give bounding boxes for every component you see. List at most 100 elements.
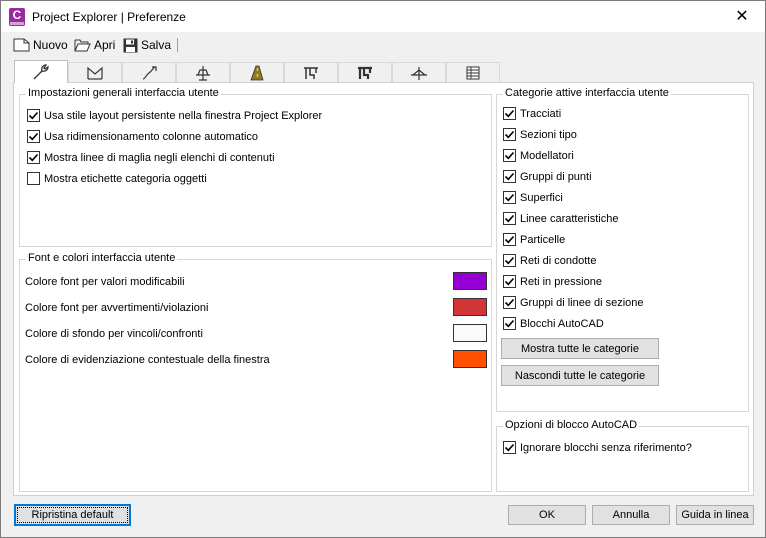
category-item[interactable]: Modellatori <box>503 149 574 162</box>
active-categories-title: Categorie attive interfaccia utente <box>503 87 671 99</box>
color-row-constraints: Colore di sfondo per vincoli/confronti <box>25 324 487 342</box>
tab-tables[interactable] <box>446 62 500 82</box>
category-label: Modellatori <box>520 149 574 162</box>
category-label: Superfici <box>520 191 563 204</box>
option-label: Mostra etichette categoria oggetti <box>44 172 207 185</box>
category-label: Linee caratteristiche <box>520 212 619 225</box>
category-item[interactable]: Tracciati <box>503 107 561 120</box>
pressure-network-icon <box>358 66 372 79</box>
close-icon: ✕ <box>735 8 749 25</box>
option-grid-lines[interactable]: Mostra linee di maglia negli elenchi di … <box>27 151 275 164</box>
checkbox[interactable] <box>503 128 516 141</box>
category-label: Particelle <box>520 233 566 246</box>
assembly-icon <box>196 65 210 81</box>
tab-general[interactable] <box>14 60 68 83</box>
ok-button[interactable]: OK <box>508 505 586 525</box>
color-label: Colore di evidenziazione contestuale del… <box>25 354 270 366</box>
color-swatch[interactable] <box>453 298 487 316</box>
open-folder-icon <box>74 39 91 52</box>
tab-assemblies[interactable] <box>176 62 230 82</box>
color-swatch[interactable] <box>453 272 487 290</box>
cancel-button[interactable]: Annulla <box>592 505 670 525</box>
category-label: Sezioni tipo <box>520 128 577 141</box>
checkbox[interactable] <box>503 296 516 309</box>
tab-pressure-networks[interactable] <box>338 62 392 82</box>
new-button-label: Nuovo <box>33 38 68 52</box>
show-all-categories-button[interactable]: Mostra tutte le categorie <box>501 338 659 359</box>
checkmark-icon <box>28 153 39 162</box>
toolbar-separator <box>177 38 178 52</box>
window-title: Project Explorer | Preferenze <box>32 10 186 24</box>
checkbox[interactable] <box>27 172 40 185</box>
checkbox[interactable] <box>27 130 40 143</box>
option-label: Mostra linee di maglia negli elenchi di … <box>44 151 275 164</box>
checkmark-icon <box>504 443 515 452</box>
category-item[interactable]: Reti di condotte <box>503 254 596 267</box>
general-settings-title: Impostazioni generali interfaccia utente <box>26 87 221 99</box>
title-bar: C Project Explorer | Preferenze ✕ <box>1 1 765 32</box>
checkmark-icon <box>28 132 39 141</box>
open-button-label: Apri <box>94 38 116 52</box>
color-swatch[interactable] <box>453 350 487 368</box>
hide-all-categories-button[interactable]: Nascondi tutte le categorie <box>501 365 659 386</box>
autocad-block-options-title: Opzioni di blocco AutoCAD <box>503 419 640 431</box>
table-icon <box>466 66 480 79</box>
open-button[interactable]: Apri <box>74 36 115 54</box>
category-item[interactable]: Superfici <box>503 191 563 204</box>
checkbox[interactable] <box>503 317 516 330</box>
option-auto-column-resize[interactable]: Usa ridimensionamento colonne automatico <box>27 130 258 143</box>
color-row-highlight: Colore di evidenziazione contestuale del… <box>25 350 487 368</box>
option-ignore-unreferenced-blocks[interactable]: Ignorare blocchi senza riferimento? <box>503 441 692 454</box>
checkmark-icon <box>504 319 515 328</box>
category-item[interactable]: Gruppi di linee di sezione <box>503 296 644 309</box>
category-label: Reti in pressione <box>520 275 602 288</box>
tab-pipe-networks[interactable] <box>284 62 338 82</box>
checkbox[interactable] <box>503 107 516 120</box>
new-button[interactable]: Nuovo <box>13 36 68 54</box>
civil3d-app-icon: C <box>9 8 25 26</box>
checkmark-icon <box>504 256 515 265</box>
save-button-label: Salva <box>141 38 172 52</box>
checkmark-icon <box>504 193 515 202</box>
category-item[interactable]: Gruppi di punti <box>503 170 592 183</box>
category-label: Blocchi AutoCAD <box>520 317 604 330</box>
category-label: Gruppi di linee di sezione <box>520 296 644 309</box>
reset-defaults-button[interactable]: Ripristina default <box>14 504 131 526</box>
checkbox[interactable] <box>503 149 516 162</box>
checkbox[interactable] <box>503 191 516 204</box>
preferences-dialog: C Project Explorer | Preferenze ✕ Nuovo … <box>0 0 766 538</box>
option-category-labels[interactable]: Mostra etichette categoria oggetti <box>27 172 207 185</box>
checkmark-icon <box>504 172 515 181</box>
checkbox[interactable] <box>503 441 516 454</box>
save-button[interactable]: Salva <box>123 36 171 54</box>
checkbox[interactable] <box>503 254 516 267</box>
help-button[interactable]: Guida in linea <box>676 505 754 525</box>
alignment-icon <box>87 66 103 80</box>
section-icon <box>411 66 427 80</box>
pipe-network-icon <box>304 66 318 79</box>
checkbox[interactable] <box>27 151 40 164</box>
checkbox[interactable] <box>27 109 40 122</box>
category-item[interactable]: Reti in pressione <box>503 275 602 288</box>
corridor-icon <box>250 65 264 80</box>
close-button[interactable]: ✕ <box>719 1 765 32</box>
option-persistent-layout[interactable]: Usa stile layout persistente nella fines… <box>27 109 322 122</box>
checkbox[interactable] <box>503 275 516 288</box>
checkmark-icon <box>504 109 515 118</box>
category-item[interactable]: Particelle <box>503 233 565 246</box>
color-label: Colore font per avvertimenti/violazioni <box>25 302 209 314</box>
category-item[interactable]: Sezioni tipo <box>503 128 577 141</box>
color-swatch[interactable] <box>453 324 487 342</box>
category-label: Tracciati <box>520 107 562 120</box>
checkbox[interactable] <box>503 212 516 225</box>
checkbox[interactable] <box>503 170 516 183</box>
category-item[interactable]: Blocchi AutoCAD <box>503 317 604 330</box>
category-item[interactable]: Linee caratteristiche <box>503 212 618 225</box>
tab-alignments[interactable] <box>68 62 122 82</box>
tab-profiles[interactable] <box>122 62 176 82</box>
tab-section-views[interactable] <box>392 62 446 82</box>
checkmark-icon <box>504 151 515 160</box>
tab-corridors[interactable] <box>230 62 284 82</box>
new-document-icon <box>13 38 30 52</box>
checkbox[interactable] <box>503 233 516 246</box>
